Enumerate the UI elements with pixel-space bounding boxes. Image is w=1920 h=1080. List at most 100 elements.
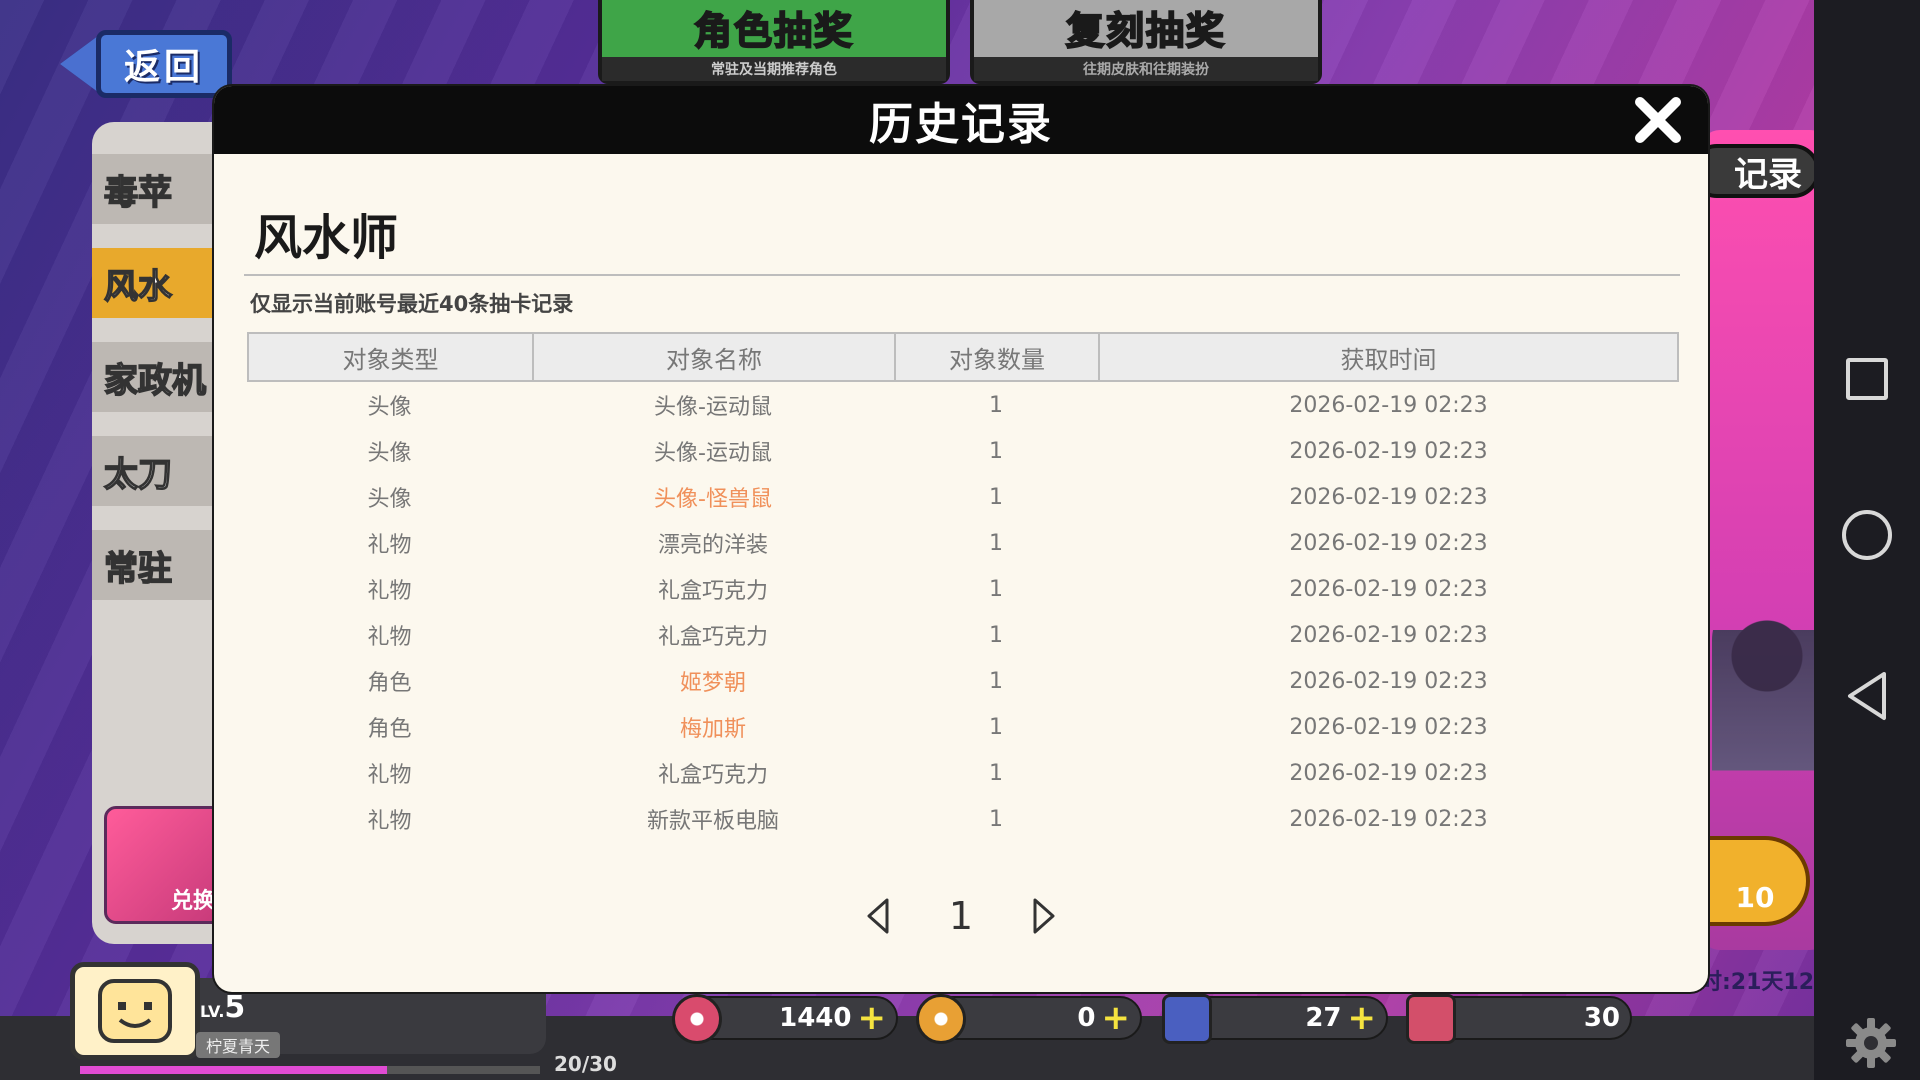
ten-draw-button[interactable]: 10 — [1700, 836, 1810, 926]
table-row: 角色 梅加斯 1 2026-02-19 02:23 — [247, 704, 1679, 750]
exchange-label: 兑换 — [170, 889, 215, 914]
cell-time: 2026-02-19 02:23 — [1289, 806, 1488, 832]
cell-quantity: 1 — [989, 806, 1003, 832]
settings-gear-icon[interactable] — [1844, 1016, 1898, 1070]
player-level: LV.5 — [200, 990, 246, 1025]
modal-title: 历史记录 — [869, 99, 1053, 150]
currency-cards: 30 — [1406, 994, 1632, 1044]
cell-type: 角色 — [367, 717, 412, 742]
cell-quantity: 1 — [989, 484, 1003, 510]
cell-time: 2026-02-19 02:23 — [1289, 484, 1488, 510]
history-modal: 历史记录 风水师 仅显示当前账号最近40条抽卡记录 对象类型 对象名称 对象数量… — [214, 86, 1708, 992]
cell-name: 礼盒巧克力 — [657, 625, 768, 650]
table-row: 礼物 礼盒巧克力 1 2026-02-19 02:23 — [247, 566, 1679, 612]
cell-time: 2026-02-19 02:23 — [1289, 392, 1488, 418]
tab-title: 角色抽奖 — [693, 8, 854, 54]
cell-type: 礼物 — [367, 533, 412, 558]
close-icon — [1635, 97, 1681, 143]
exchange-button[interactable]: 兑换 — [104, 806, 224, 924]
currency-value: 1440 — [779, 1003, 852, 1033]
cell-type: 礼物 — [367, 763, 412, 788]
home-icon[interactable] — [1842, 510, 1892, 560]
prev-page-icon[interactable] — [863, 896, 893, 936]
gold-disc-icon — [916, 994, 966, 1044]
cell-name: 梅加斯 — [679, 717, 746, 742]
cell-type: 头像 — [367, 441, 412, 466]
card-icon — [1406, 994, 1456, 1044]
page-number: 1 — [948, 894, 974, 938]
smiley-avatar-icon — [98, 979, 172, 1043]
cell-name: 礼盒巧克力 — [657, 763, 768, 788]
player-name: 柠夏青天 — [196, 1032, 281, 1058]
record-notice: 仅显示当前账号最近40条抽卡记录 — [250, 292, 574, 316]
ten-draw-label: 10 — [1735, 881, 1775, 914]
system-nav-bar — [1814, 0, 1920, 1080]
add-gold-button[interactable]: + — [1102, 1001, 1131, 1035]
tab-subtitle: 往期皮肤和往期装扮 — [974, 56, 1318, 81]
recent-apps-icon[interactable] — [1846, 358, 1888, 400]
cell-name: 礼盒巧克力 — [657, 579, 768, 604]
right-banner — [1700, 130, 1830, 950]
pagination: 1 — [214, 886, 1708, 946]
back-button[interactable]: 返回 — [60, 24, 232, 104]
table-header: 对象类型 对象名称 对象数量 获取时间 — [247, 332, 1679, 382]
cell-quantity: 1 — [989, 668, 1003, 694]
currency-tickets: 27 + — [1162, 994, 1388, 1044]
cell-type: 礼物 — [367, 809, 412, 834]
divider — [244, 274, 1680, 276]
cell-name: 头像-运动鼠 — [654, 441, 772, 466]
tab-character-draw[interactable]: 角色抽奖 常驻及当期推荐角色 — [598, 0, 950, 84]
system-back-icon[interactable] — [1844, 670, 1890, 722]
cell-time: 2026-02-19 02:23 — [1289, 714, 1488, 740]
currency-value: 30 — [1583, 1003, 1620, 1033]
next-page-icon[interactable] — [1029, 896, 1059, 936]
cell-type: 头像 — [367, 487, 412, 512]
table-row: 礼物 新款平板电脑 1 2026-02-19 02:23 — [247, 796, 1679, 842]
cell-name: 漂亮的洋装 — [657, 533, 768, 558]
currency-gems: 1440 + — [672, 994, 898, 1044]
tab-subtitle: 常驻及当期推荐角色 — [602, 56, 946, 81]
table-row: 头像 头像-运动鼠 1 2026-02-19 02:23 — [247, 382, 1679, 428]
cell-quantity: 1 — [989, 576, 1003, 602]
player-avatar[interactable] — [70, 962, 200, 1060]
column-header: 获取时间 — [1340, 345, 1437, 374]
cell-time: 2026-02-19 02:23 — [1289, 622, 1488, 648]
cell-name: 新款平板电脑 — [646, 809, 779, 834]
cell-name: 头像-运动鼠 — [654, 395, 772, 420]
cell-time: 2026-02-19 02:23 — [1289, 576, 1488, 602]
records-button[interactable]: 记录 — [1690, 144, 1820, 198]
xp-text: 20/30 — [554, 1052, 617, 1076]
gem-icon — [672, 994, 722, 1044]
table-row: 礼物 漂亮的洋装 1 2026-02-19 02:23 — [247, 520, 1679, 566]
cell-name: 姬梦朝 — [679, 671, 746, 696]
add-gems-button[interactable]: + — [858, 1001, 887, 1035]
column-header: 对象数量 — [896, 334, 1100, 380]
currency-gold: 0 + — [916, 994, 1142, 1044]
xp-bar — [80, 1066, 540, 1074]
close-button[interactable] — [1630, 92, 1686, 148]
cell-time: 2026-02-19 02:23 — [1289, 668, 1488, 694]
cell-quantity: 1 — [989, 530, 1003, 556]
cell-time: 2026-02-19 02:23 — [1289, 760, 1488, 786]
back-button-label: 返回 — [96, 30, 232, 98]
cell-quantity: 1 — [989, 622, 1003, 648]
cell-name: 头像-怪兽鼠 — [654, 487, 772, 512]
character-portrait — [1712, 590, 1822, 810]
cell-time: 2026-02-19 02:23 — [1289, 530, 1488, 556]
history-table-body: 头像 头像-运动鼠 1 2026-02-19 02:23 头像 头像-运动鼠 1 2026-0… — [247, 382, 1679, 842]
pool-name: 风水师 — [254, 210, 399, 266]
tab-rerun-draw[interactable]: 复刻抽奖 往期皮肤和往期装扮 — [970, 0, 1322, 84]
table-row: 礼物 礼盒巧克力 1 2026-02-19 02:23 — [247, 750, 1679, 796]
table-row: 角色 姬梦朝 1 2026-02-19 02:23 — [247, 658, 1679, 704]
table-row: 头像 头像-怪兽鼠 1 2026-02-19 02:23 — [247, 474, 1679, 520]
currency-value: 27 — [1305, 1003, 1342, 1033]
modal-header: 历史记录 — [214, 86, 1708, 154]
cell-quantity: 1 — [989, 714, 1003, 740]
cell-type: 礼物 — [367, 579, 412, 604]
table-row: 头像 头像-运动鼠 1 2026-02-19 02:23 — [247, 428, 1679, 474]
cell-type: 头像 — [367, 395, 412, 420]
cell-quantity: 1 — [989, 392, 1003, 418]
table-row: 礼物 礼盒巧克力 1 2026-02-19 02:23 — [247, 612, 1679, 658]
add-tickets-button[interactable]: + — [1348, 1001, 1377, 1035]
xp-fill — [80, 1066, 387, 1074]
